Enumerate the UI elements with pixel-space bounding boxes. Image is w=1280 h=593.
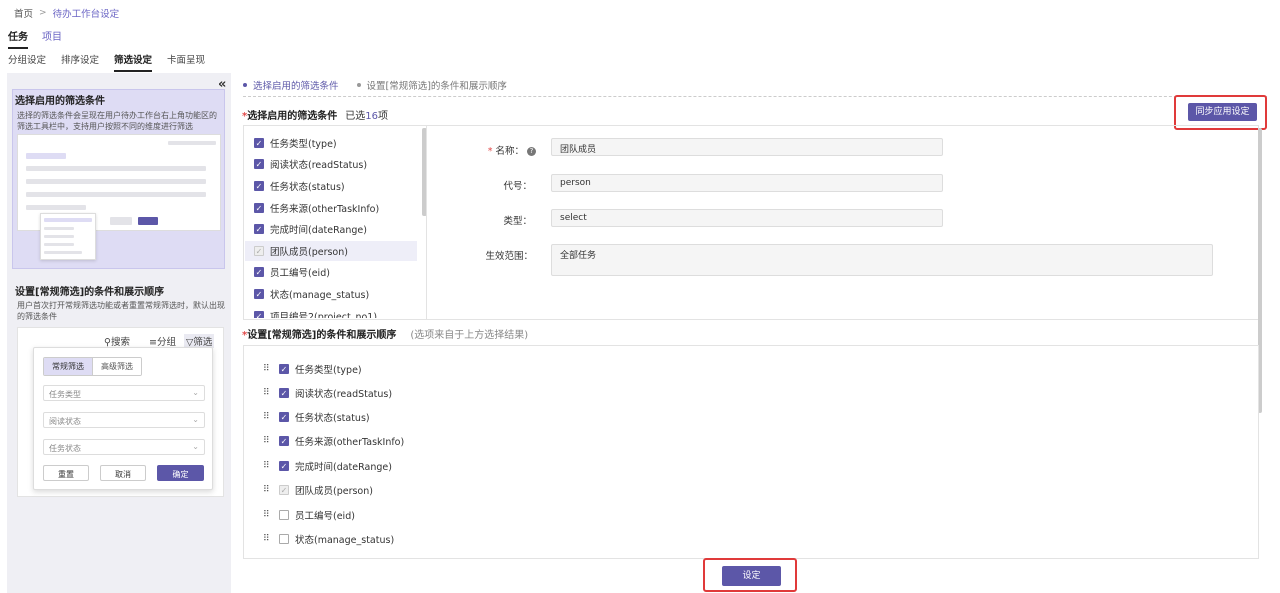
checkbox[interactable]: ✓	[254, 267, 264, 277]
filter-item-person[interactable]: ✓ 团队成员(person)	[245, 241, 417, 261]
top-tabs: 任务 项目	[8, 28, 62, 49]
steps-indicator: 选择启用的筛选条件 设置[常规筛选]的条件和展示顺序	[243, 78, 507, 92]
preview-ok-button: 确定	[157, 465, 204, 481]
chevron-down-icon: ⌄	[192, 442, 199, 451]
breadcrumb-separator: >	[39, 8, 47, 18]
checkbox-disabled: ✓	[254, 246, 264, 256]
tab-group-settings[interactable]: 分组设定	[8, 52, 46, 72]
filter-item-othertaskinfo[interactable]: ✓ 任务来源(otherTaskInfo)	[245, 198, 417, 218]
step-select-filters[interactable]: 选择启用的筛选条件	[243, 78, 339, 92]
help-section2-desc: 用户首次打开常规筛选功能或者重置常规筛选时，默认出现的筛选条件	[17, 301, 225, 321]
order-panel	[243, 345, 1259, 559]
step-set-order[interactable]: 设置[常规筛选]的条件和展示顺序	[356, 78, 507, 92]
code-field[interactable]: person	[551, 174, 943, 192]
preview-select-status: 任务状态 ⌄	[43, 439, 205, 455]
page: 首页 > 待办工作台设定 任务 项目 分组设定 排序设定 筛选设定 卡面呈现 «…	[0, 0, 1280, 593]
checkbox-disabled: ✓	[279, 485, 289, 495]
scope-field[interactable]: 全部任务	[551, 244, 1213, 276]
preview-filter-tool: ▽筛选	[184, 334, 215, 348]
drag-handle-icon[interactable]: ⠿	[263, 412, 273, 422]
preview-reset-button: 重置	[43, 465, 89, 481]
filter-item-project-no1[interactable]: ✓ 项目编号2(project_no1)	[245, 306, 417, 318]
checkbox[interactable]: ✓	[254, 181, 264, 191]
preview-tab-normal: 常规筛选	[44, 358, 92, 375]
sync-apply-button[interactable]: 同步应用设定	[1188, 103, 1257, 121]
filter-item-readstatus[interactable]: ✓ 阅读状态(readStatus)	[245, 154, 417, 174]
breadcrumb-current[interactable]: 待办工作台设定	[53, 6, 120, 20]
checkbox[interactable]: ✓	[279, 364, 289, 374]
preview-select-type: 任务类型 ⌄	[43, 385, 205, 401]
filter-checkbox-list: ✓ 任务类型(type) ✓ 阅读状态(readStatus) ✓ 任务状态(stat…	[245, 130, 423, 318]
checkbox[interactable]: ✓	[279, 436, 289, 446]
help-icon[interactable]: ?	[527, 147, 536, 156]
tab-project[interactable]: 项目	[42, 28, 62, 49]
selected-count: 已选16项	[345, 111, 388, 122]
filter-item-status[interactable]: ✓ 任务状态(status)	[245, 176, 417, 196]
divider	[243, 96, 1267, 97]
drag-handle-icon[interactable]: ⠿	[263, 485, 273, 495]
order-item-manage-status[interactable]: ⠿ 状态(manage_status)	[263, 530, 394, 548]
breadcrumb-home[interactable]: 首页	[14, 6, 33, 20]
order-item-status[interactable]: ⠿ ✓ 任务状态(status)	[263, 408, 370, 426]
drag-handle-icon[interactable]: ⠿	[263, 510, 273, 520]
filter-item-type[interactable]: ✓ 任务类型(type)	[245, 133, 417, 153]
chevron-down-icon: ⌄	[192, 415, 199, 424]
chevron-down-icon: ⌄	[192, 388, 199, 397]
drag-handle-icon[interactable]: ⠿	[263, 436, 273, 446]
order-item-eid[interactable]: ⠿ 员工编号(eid)	[263, 506, 355, 524]
preview-select-read: 阅读状态 ⌄	[43, 412, 205, 428]
drag-handle-icon[interactable]: ⠿	[263, 461, 273, 471]
order-item-daterange[interactable]: ⠿ ✓ 完成时间(dateRange)	[263, 457, 392, 475]
filters-section-title: *选择启用的筛选条件 已选16项	[242, 111, 388, 122]
order-item-readstatus[interactable]: ⠿ ✓ 阅读状态(readStatus)	[263, 384, 392, 402]
tab-sort-settings[interactable]: 排序设定	[61, 52, 99, 72]
code-label: 代号：	[503, 181, 532, 192]
order-item-type[interactable]: ⠿ ✓ 任务类型(type)	[263, 360, 362, 378]
name-label: * 名称：?	[446, 143, 536, 157]
preview-cancel-button: 取消	[100, 465, 146, 481]
checkbox[interactable]: ✓	[254, 224, 264, 234]
set-button[interactable]: 设定	[722, 566, 781, 586]
preview-search-tool: ⚲搜索	[104, 337, 130, 348]
drag-handle-icon[interactable]: ⠿	[263, 364, 273, 374]
tab-task[interactable]: 任务	[8, 28, 28, 49]
breadcrumb: 首页 > 待办工作台设定	[14, 6, 119, 20]
preview-filter-popover: 常规筛选 高级筛选 任务类型 ⌄ 阅读状态 ⌄ 任务状态 ⌄ 重置 取消 确定	[33, 347, 213, 490]
drag-handle-icon[interactable]: ⠿	[263, 534, 273, 544]
checkbox[interactable]: ✓	[254, 159, 264, 169]
preview-tab-advanced: 高级筛选	[92, 358, 141, 375]
help-section1-title: 选择启用的筛选条件	[15, 96, 105, 107]
preview-dropdown-image	[40, 213, 96, 260]
drag-handle-icon[interactable]: ⠿	[263, 388, 273, 398]
checkbox[interactable]	[279, 534, 289, 544]
type-field[interactable]: select	[551, 209, 943, 227]
tab-filter-settings[interactable]: 筛选设定	[114, 52, 153, 72]
divider	[426, 126, 427, 319]
scope-label: 生效范围：	[485, 251, 533, 262]
name-field[interactable]: 团队成员	[551, 138, 943, 156]
help-section1-desc: 选择的筛选条件会呈现在用户待办工作台右上角功能区的筛选工具栏中，支持用户按照不同…	[17, 111, 217, 131]
checkbox[interactable]: ✓	[279, 461, 289, 471]
filter-item-daterange[interactable]: ✓ 完成时间(dateRange)	[245, 219, 417, 239]
checkbox[interactable]: ✓	[279, 388, 289, 398]
sub-tabs: 分组设定 排序设定 筛选设定 卡面呈现	[8, 52, 205, 72]
preview-filter-mode-toggle: 常规筛选 高级筛选	[43, 357, 142, 376]
help-section2-title: 设置[常规筛选]的条件和展示顺序	[15, 287, 165, 298]
tab-card-display[interactable]: 卡面呈现	[167, 52, 205, 72]
checkbox[interactable]: ✓	[254, 289, 264, 299]
filter-item-manage-status[interactable]: ✓ 状态(manage_status)	[245, 284, 417, 304]
preview-group-tool: ≡分组	[149, 337, 176, 348]
order-item-othertaskinfo[interactable]: ⠿ ✓ 任务来源(otherTaskInfo)	[263, 432, 404, 450]
checkbox[interactable]	[279, 510, 289, 520]
checkbox[interactable]: ✓	[279, 412, 289, 422]
filter-item-eid[interactable]: ✓ 员工编号(eid)	[245, 262, 417, 282]
checkbox[interactable]: ✓	[254, 311, 264, 318]
type-label: 类型：	[503, 216, 532, 227]
order-section-title: *设置[常规筛选]的条件和展示顺序 (选项来自于上方选择结果)	[242, 330, 529, 341]
checkbox[interactable]: ✓	[254, 203, 264, 213]
order-section-hint: (选项来自于上方选择结果)	[410, 330, 529, 341]
checkbox[interactable]: ✓	[254, 138, 264, 148]
order-item-person[interactable]: ⠿ ✓ 团队成员(person)	[263, 481, 373, 499]
